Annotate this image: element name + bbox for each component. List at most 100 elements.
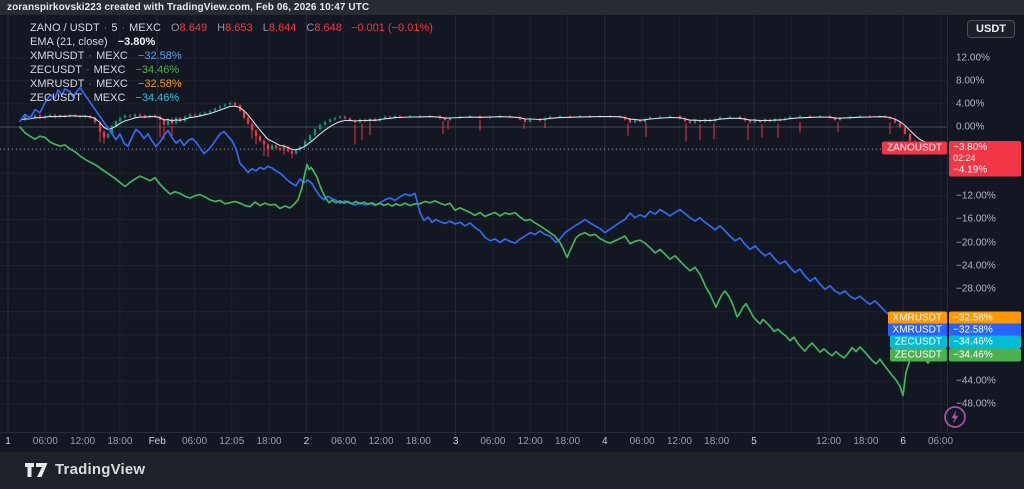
y-axis-label: −44.00% <box>956 376 996 387</box>
legend-separator: · <box>86 92 90 104</box>
change-value: −0.001 (−0.01%) <box>351 22 433 34</box>
candle-body <box>275 145 277 147</box>
compare-exchange: MEXC <box>96 78 128 90</box>
open-value: 8.649 <box>180 22 208 34</box>
candle-body <box>329 119 331 121</box>
tradingview-brand-text: TradingView <box>55 461 145 478</box>
candle-body <box>219 106 221 108</box>
candle-body <box>279 148 281 150</box>
zec-green-price-tag: −34.46% <box>949 349 1021 362</box>
compare-value: −32.58% <box>138 50 182 62</box>
candle-body <box>194 114 196 115</box>
close-value: 8.648 <box>314 22 342 34</box>
ema-value: −3.80% <box>118 36 156 48</box>
y-axis-label: 8.00% <box>956 75 984 86</box>
candle-body <box>129 115 131 116</box>
ema-label[interactable]: EMA (21, close) <box>30 36 108 48</box>
time-axis[interactable]: 106:0012:0018:00Feb06:0012:0518:00206:00… <box>0 433 1024 452</box>
zano-price-value: −3.80% <box>953 142 1017 153</box>
x-axis-time-label: 18:00 <box>406 436 431 447</box>
tradingview-brand[interactable]: TradingView <box>25 461 145 478</box>
candle-body <box>107 134 109 137</box>
y-axis-label: 4.00% <box>956 98 984 109</box>
flash-icon[interactable] <box>942 404 968 430</box>
compare-symbol[interactable]: XMRUSDT <box>30 50 84 62</box>
legend-separator: · <box>88 50 92 62</box>
x-axis-time-label: 06:00 <box>630 436 655 447</box>
candle-body <box>247 118 249 124</box>
candle-body <box>134 114 136 116</box>
candle-body <box>319 125 321 130</box>
x-axis-time-label: 12:00 <box>667 436 692 447</box>
candle-body <box>204 113 206 114</box>
candle-body <box>334 118 336 120</box>
x-axis-time-label: 18:00 <box>555 436 580 447</box>
candle-body <box>349 118 351 120</box>
candle-body <box>669 116 671 117</box>
x-axis-day-label: 3 <box>453 436 459 447</box>
compare-legend-row-xmr-orange[interactable]: XMRUSDT·MEXC −32.58% <box>30 77 433 91</box>
zec-line-series[interactable] <box>20 127 945 396</box>
candle-body <box>295 150 297 153</box>
currency-toggle-button[interactable]: USDT <box>967 20 1015 38</box>
high-label: H <box>217 22 225 34</box>
candle-body <box>384 117 386 119</box>
y-axis-label: 0.00% <box>956 122 984 133</box>
x-axis-time-label: 06:00 <box>182 436 207 447</box>
compare-legend-row-zec-teal[interactable]: ZECUSDT · MEXC −34.46% <box>30 91 433 105</box>
candle-body <box>629 119 631 122</box>
x-axis-time-label: 12:00 <box>70 436 95 447</box>
compare-legend-row-xmr-blue[interactable]: XMRUSDT·MEXC −32.58% <box>30 49 433 63</box>
candle-body <box>324 122 326 125</box>
x-axis-time-label: 12:00 <box>518 436 543 447</box>
candle-body <box>344 117 346 119</box>
zec-green-name-tag: ZECUSDT <box>890 349 947 362</box>
compare-exchange: MEXC <box>94 64 126 76</box>
x-axis-time-label: 12:00 <box>368 436 393 447</box>
compare-value: −34.46% <box>135 92 179 104</box>
compare-symbol[interactable]: XMRUSDT <box>30 78 84 90</box>
tradingview-logo-icon <box>25 462 48 478</box>
candle-body <box>524 119 526 121</box>
candle-body <box>119 118 121 121</box>
zec-cyan-price-tag: −34.46% <box>949 336 1021 349</box>
zano-countdown: 02:24 <box>953 153 1017 164</box>
price-axis[interactable]: USDT 12.00%8.00%4.00%0.00%−12.00%−16.00%… <box>948 15 1024 432</box>
symbol-title[interactable]: ZANO / USDT <box>30 22 100 34</box>
xmr-line-series[interactable] <box>20 88 945 338</box>
symbol-interval[interactable]: 5 <box>111 22 117 34</box>
open-label: O <box>171 22 180 34</box>
zec-cyan-name-tag: ZECUSDT <box>890 336 947 349</box>
compare-legend-row-zec-green[interactable]: ZECUSDT·MEXC −34.46% <box>30 63 433 77</box>
x-axis-time-label: 06:00 <box>480 436 505 447</box>
candle-body <box>799 116 801 117</box>
candle-body <box>749 121 751 123</box>
candle-body <box>124 115 126 117</box>
candle-body <box>339 117 341 118</box>
low-value: 8.644 <box>269 22 297 34</box>
attribution-text: zoranspirkovski223 created with TradingV… <box>7 2 369 13</box>
x-axis-day-label: 4 <box>602 436 608 447</box>
candle-body <box>314 129 316 135</box>
candle-body <box>189 114 191 116</box>
compare-symbol[interactable]: ZECUSDT <box>30 92 82 104</box>
candle-body <box>209 111 211 113</box>
x-axis-time-label: 18:00 <box>853 436 878 447</box>
chart-legend: ZANO / USDT·5·MEXC O8.649 H8.653 L8.644 … <box>30 21 433 105</box>
candle-body <box>729 117 731 118</box>
candle-body <box>271 145 273 148</box>
x-axis-day-label: 2 <box>304 436 310 447</box>
candle-body <box>139 114 141 115</box>
compare-exchange: MEXC <box>94 92 126 104</box>
x-axis-time-label: 18:00 <box>704 436 729 447</box>
y-axis-label: −28.00% <box>956 283 996 294</box>
symbol-legend-row[interactable]: ZANO / USDT·5·MEXC O8.649 H8.653 L8.644 … <box>30 21 433 35</box>
legend-separator: · <box>121 22 125 34</box>
candle-body <box>904 127 906 134</box>
ema-legend-row[interactable]: EMA (21, close) −3.80% <box>30 35 433 49</box>
x-axis-time-label: 06:00 <box>33 436 58 447</box>
compare-symbol[interactable]: ZECUSDT <box>30 64 82 76</box>
candle-body <box>899 122 901 127</box>
candle-body <box>389 117 391 118</box>
x-axis-time-label: 18:00 <box>107 436 132 447</box>
